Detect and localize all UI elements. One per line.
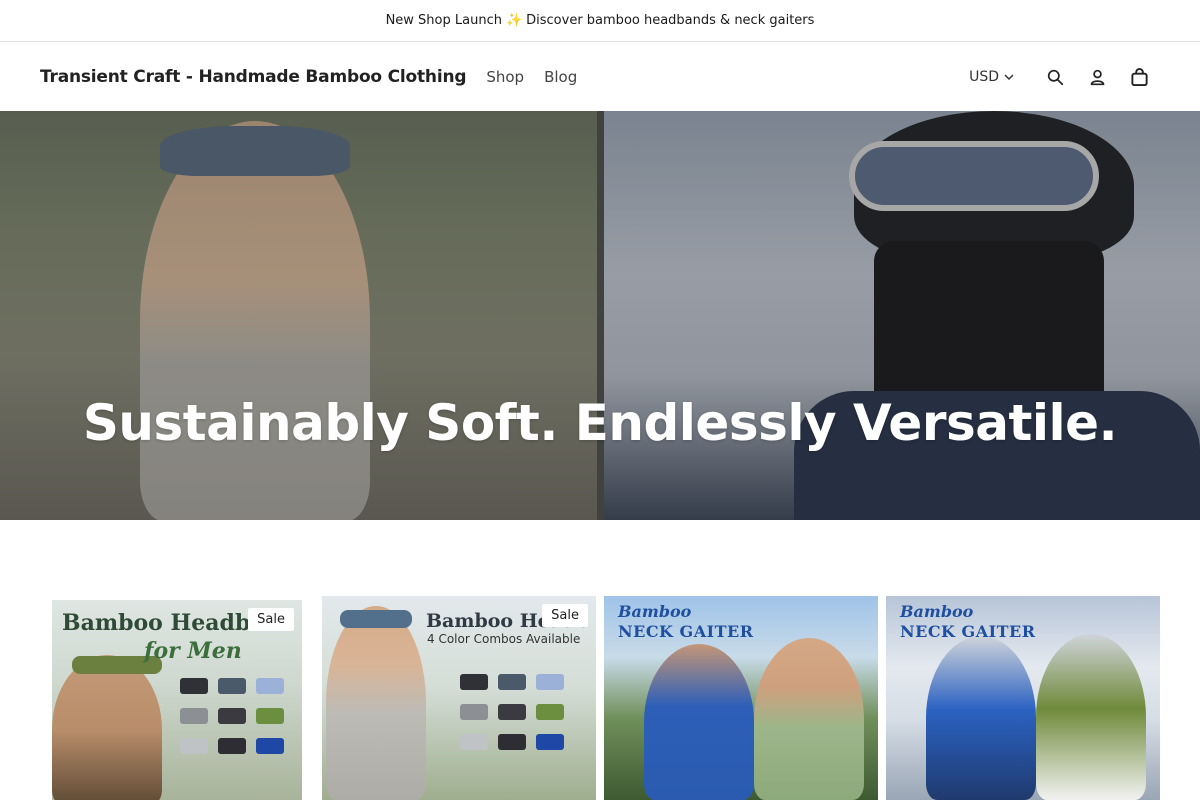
cart-button[interactable] (1118, 56, 1160, 98)
sparkle-icon: ✨ (505, 13, 523, 28)
product-card[interactable]: Bamboo NECK GAITER (604, 596, 878, 800)
hero-title: Sustainably Soft. Endlessly Versatile. (82, 394, 1118, 452)
product-model (52, 655, 162, 800)
product-model (644, 644, 754, 800)
announcement-text-end: Discover bamboo headbands & neck gaiters (526, 13, 815, 28)
account-button[interactable] (1076, 56, 1118, 98)
site-header: Transient Craft - Handmade Bamboo Clothi… (0, 43, 1200, 111)
search-button[interactable] (1034, 56, 1076, 98)
currency-label: USD (969, 69, 999, 85)
product-model (926, 636, 1036, 800)
sale-badge: Sale (248, 608, 294, 631)
product-grid: Bamboo Headbar for Men Sale Bamboo Headb… (0, 596, 1200, 800)
product-title-brand: Bamboo (900, 602, 974, 621)
currency-selector[interactable]: USD (969, 69, 1014, 85)
color-swatches (180, 678, 284, 754)
product-card[interactable]: Bamboo Headb 4 Color Combos Available Sa… (322, 596, 596, 800)
header-actions: USD (969, 56, 1160, 98)
hero-banner: Sustainably Soft. Endlessly Versatile. (0, 111, 1200, 520)
product-card[interactable]: Bamboo Headbar for Men Sale (52, 600, 302, 800)
nav-link-blog[interactable]: Blog (544, 68, 577, 86)
product-model (326, 606, 426, 800)
announcement-bar: New Shop Launch ✨ Discover bamboo headba… (0, 0, 1200, 42)
product-card[interactable]: Bamboo NECK GAITER (886, 596, 1160, 800)
headband-swatch (340, 610, 412, 628)
sale-badge: Sale (542, 604, 588, 627)
color-swatches (460, 674, 564, 750)
search-icon (1047, 69, 1063, 85)
product-model (1036, 634, 1146, 800)
product-model (754, 638, 864, 800)
product-subtitle: for Men (144, 638, 242, 664)
cart-icon (1130, 67, 1148, 86)
chevron-down-icon (1004, 74, 1014, 81)
announcement-text-start: New Shop Launch (385, 13, 502, 28)
product-title: Bamboo Headbar (62, 610, 277, 636)
product-title: NECK GAITER (900, 622, 1036, 641)
product-title-brand: Bamboo (618, 602, 692, 621)
account-icon (1090, 69, 1104, 85)
hero-overlay (0, 111, 1200, 520)
product-subtitle: 4 Color Combos Available (427, 632, 581, 646)
product-title: NECK GAITER (618, 622, 754, 641)
brand-logo-text[interactable]: Transient Craft - Handmade Bamboo Clothi… (40, 67, 467, 87)
nav-link-shop[interactable]: Shop (486, 68, 524, 86)
main-nav: Shop Blog (486, 68, 577, 86)
